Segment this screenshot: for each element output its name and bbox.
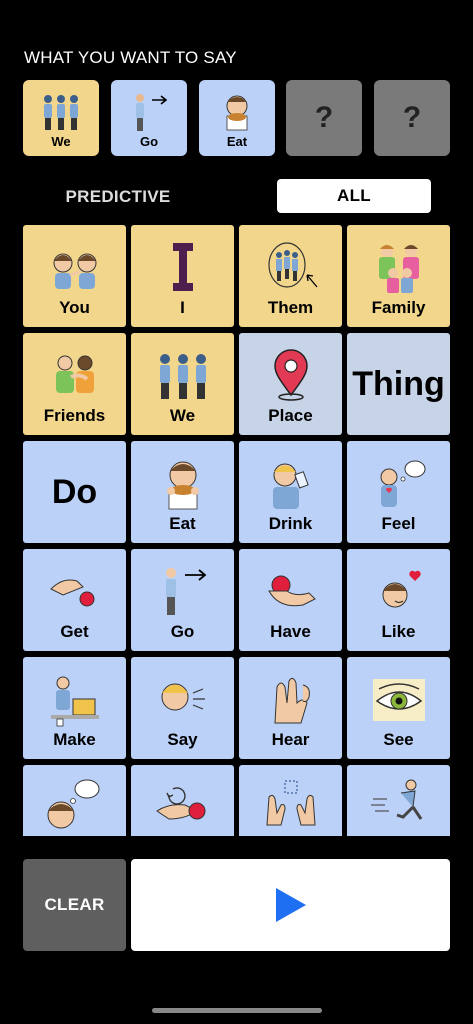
vocabulary-grid[interactable]: You I Them Family Friends We Place Thing… [23,225,451,836]
tile-label: Say [167,730,198,749]
location-pin-icon [273,349,308,401]
tile-you[interactable]: You [23,225,126,327]
hear-icon [273,677,310,724]
sentence-tile-label: We [51,134,71,149]
sentence-tile-empty-1[interactable]: ? [286,80,362,156]
sentence-tile-empty-2[interactable]: ? [374,80,450,156]
tile-label: Them [267,298,314,317]
tile-hands[interactable] [239,765,342,836]
tile-label: Like [381,622,416,641]
sentence-heading: WHAT YOU WANT TO SAY [24,48,237,67]
eat-icon [226,95,248,131]
tile-them[interactable]: Them [239,225,342,327]
tile-label: Family [371,298,426,317]
tile-run[interactable] [347,765,450,836]
think-icon [47,779,100,829]
tile-get[interactable]: Get [23,549,126,651]
we-icon [44,95,78,130]
say-icon [161,683,205,711]
eye-icon [372,679,425,721]
tile-go[interactable]: Go [131,549,234,651]
tile-drink[interactable]: Drink [239,441,342,543]
sentence-tile-3[interactable]: Eat [199,80,275,156]
go-icon [136,94,168,131]
tile-label: Have [270,622,311,641]
tile-label: Friends [43,406,106,425]
tile-feel[interactable]: Feel [347,441,450,543]
run-icon [371,779,423,820]
like-icon [382,570,421,608]
tile-label: Feel [381,514,416,533]
empty-slot-mark: ? [402,101,422,134]
tile-hear[interactable]: Hear [239,657,342,759]
tile-we[interactable]: We [131,333,234,435]
family-icon [378,245,419,293]
tile-label: Hear [271,730,310,749]
tile-label: See [383,730,414,749]
tile-label: Make [53,730,96,749]
tile-label: We [169,406,196,425]
friends-icon [55,355,94,393]
clear-button[interactable]: CLEAR [23,859,126,951]
have-icon [267,575,316,607]
tab-predictive[interactable]: PREDICTIVE [24,181,212,213]
tile-think[interactable] [23,765,126,836]
tile-label: Get [60,622,89,641]
tile-say[interactable]: Say [131,657,234,759]
tile-have[interactable]: Have [239,549,342,651]
speak-button[interactable] [131,859,450,951]
make-icon [50,676,99,727]
drink-icon [272,463,309,509]
go-icon [165,568,206,615]
tile-do[interactable]: Do [23,441,126,543]
tile-big-word: Thing [352,364,445,403]
sentence-tile-2[interactable]: Go [111,80,187,156]
tile-thing[interactable]: Thing [347,333,450,435]
home-indicator[interactable] [152,1008,322,1013]
sentence-tile-label: Go [139,134,159,149]
tile-make[interactable]: Make [23,657,126,759]
tile-label: I [180,298,185,317]
empty-slot-mark: ? [314,101,334,134]
tile-like[interactable]: Like [347,549,450,651]
get-icon [49,579,94,607]
tile-family[interactable]: Family [347,225,450,327]
eat-icon [166,461,199,510]
we-icon [159,354,206,399]
tile-give[interactable] [131,765,234,836]
them-icon [267,242,317,288]
tile-eat[interactable]: Eat [131,441,234,543]
you-icon [53,253,96,289]
feel-icon [380,460,425,507]
tile-place[interactable]: Place [239,333,342,435]
hands-icon [266,780,316,826]
i-letter-icon [172,243,193,291]
tile-see[interactable]: See [347,657,450,759]
tile-label: Place [268,406,313,425]
sentence-tile-label: Eat [226,134,248,149]
sentence-tile-1[interactable]: We [23,80,99,156]
tile-label: Eat [169,514,196,533]
tile-label: Drink [268,514,313,533]
tile-label: Go [170,622,195,641]
tile-big-word: Do [51,472,98,511]
tile-label: You [59,298,90,317]
tab-all[interactable]: ALL [277,179,431,213]
tile-i[interactable]: I [131,225,234,327]
tile-friends[interactable]: Friends [23,333,126,435]
play-icon [275,888,306,922]
give-icon [156,787,206,820]
